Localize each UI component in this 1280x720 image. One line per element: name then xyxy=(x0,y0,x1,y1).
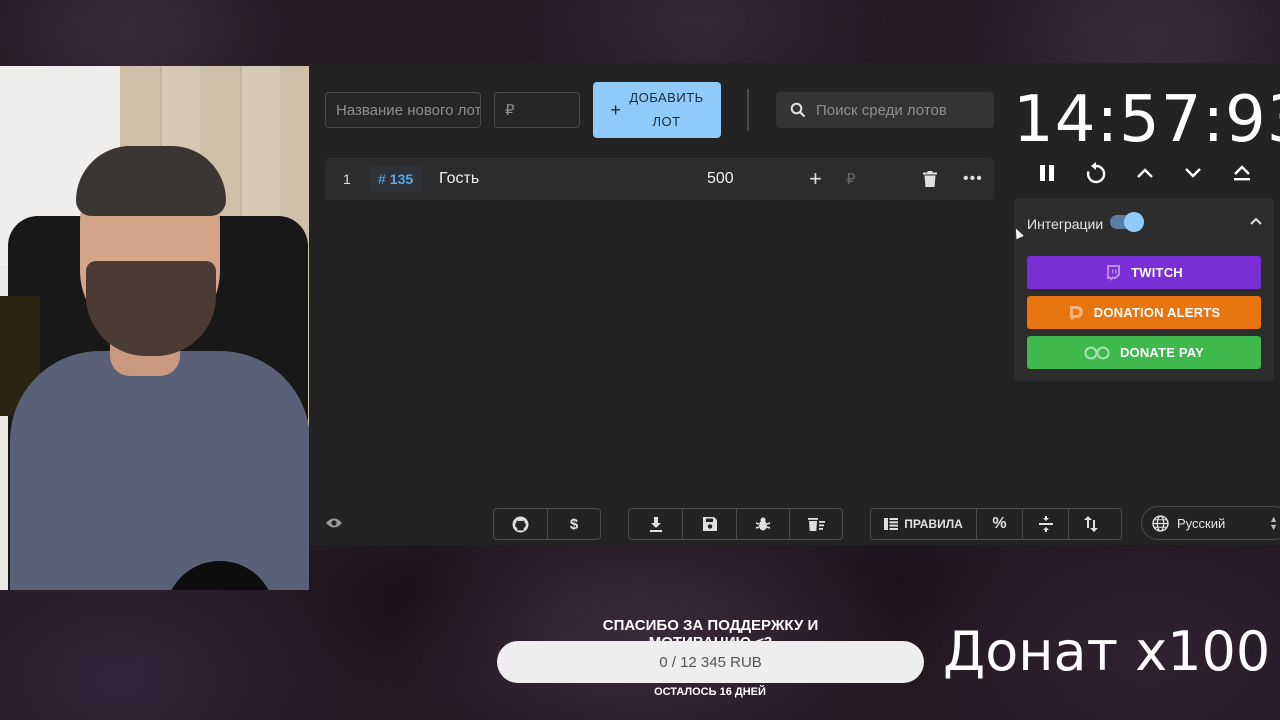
pause-button[interactable] xyxy=(1033,159,1061,187)
new-lot-amount-placeholder: ₽ xyxy=(505,102,515,119)
add-lot-label-line2: ЛОТ xyxy=(652,114,681,129)
webcam-person-shirt xyxy=(10,351,309,590)
new-lot-name-placeholder: Название нового лота xyxy=(336,101,481,119)
restart-icon xyxy=(1086,162,1106,184)
lot-extra-amount-input[interactable]: ₽ xyxy=(846,158,856,200)
vertical-align-center-icon xyxy=(1038,516,1053,532)
hash-icon: # xyxy=(378,171,386,187)
compress-button[interactable] xyxy=(1023,509,1069,539)
donate-pay-icon xyxy=(1084,346,1110,359)
lot-index: 1 xyxy=(343,171,351,187)
new-lot-name-input[interactable]: Название нового лота xyxy=(325,92,481,128)
download-icon xyxy=(649,516,662,532)
donation-goal-text: 0 / 12 345 RUB xyxy=(659,653,762,671)
lot-row[interactable]: 1 # 135 Гость 500 + ₽ ••• xyxy=(325,158,994,200)
delete-lot-button[interactable] xyxy=(923,158,937,200)
search-icon xyxy=(790,102,806,118)
integrations-panel: Интеграции TWITCH DONATION ALERTS DONATE… xyxy=(1014,198,1274,381)
more-options-icon[interactable]: ••• xyxy=(963,158,983,200)
globe-icon xyxy=(1152,514,1169,532)
lot-amount: 500 xyxy=(707,170,734,187)
donation-alerts-icon xyxy=(1069,305,1083,321)
select-arrows-icon: ▲ ▼ xyxy=(1269,514,1278,532)
webcam-person-hair xyxy=(76,146,226,216)
rules-button[interactable]: ПРАВИЛА xyxy=(871,509,977,539)
collapse-button[interactable] xyxy=(1250,212,1262,230)
days-left-text: ОСТАЛОСЬ 16 ДНЕЙ xyxy=(654,686,766,698)
save-icon xyxy=(702,517,717,531)
donation-goal-bar: 0 / 12 345 RUB xyxy=(497,641,924,683)
plus-icon: + xyxy=(610,100,622,120)
search-placeholder: Поиск среди лотов xyxy=(816,101,947,119)
twitch-icon xyxy=(1107,264,1121,281)
twitch-button[interactable]: TWITCH xyxy=(1027,256,1261,289)
twitch-label: TWITCH xyxy=(1131,265,1183,280)
donation-alerts-button[interactable]: DONATION ALERTS xyxy=(1027,296,1261,329)
eye-icon[interactable] xyxy=(325,516,343,534)
donate-multiplier-text: Донат x100 xyxy=(943,620,1271,683)
timer-controls xyxy=(1029,159,1259,187)
download-button[interactable] xyxy=(629,509,683,539)
timer-display: 14:57:93 xyxy=(1013,83,1280,157)
dollar-icon: $ xyxy=(569,515,579,533)
new-lot-amount-input[interactable]: ₽ xyxy=(494,92,580,128)
lot-search-input[interactable]: Поиск среди лотов xyxy=(776,92,994,128)
donate-pay-label: DONATE PAY xyxy=(1119,345,1205,360)
rules-list-icon xyxy=(884,518,899,530)
chevron-up-bar-icon xyxy=(1234,165,1250,181)
percent-button[interactable]: % xyxy=(977,509,1023,539)
file-button-group xyxy=(628,508,843,540)
github-icon xyxy=(512,516,529,532)
donation-alerts-label: DONATION ALERTS xyxy=(1093,305,1221,320)
add-lot-label-line1: ДОБАВИТЬ xyxy=(629,90,704,105)
github-button[interactable] xyxy=(494,509,548,539)
add-lot-button[interactable]: + ДОБАВИТЬ ЛОТ xyxy=(593,82,721,138)
reset-timer-button[interactable] xyxy=(1082,159,1110,187)
chevron-up-icon xyxy=(1137,168,1153,178)
chevron-down-icon xyxy=(1185,168,1201,178)
add-lot-label: ДОБАВИТЬ ЛОТ xyxy=(629,86,703,134)
links-button-group: $ xyxy=(493,508,601,540)
lot-id-badge[interactable]: # 135 xyxy=(369,166,423,192)
donate-pay-button[interactable]: DONATE PAY xyxy=(1027,336,1261,369)
swap-vertical-icon xyxy=(1084,516,1098,532)
toolbar-divider xyxy=(747,89,749,131)
donate-button[interactable]: $ xyxy=(548,509,600,539)
settings-button-group: ПРАВИЛА % xyxy=(870,508,1122,540)
clear-lots-button[interactable] xyxy=(790,509,842,539)
bug-icon xyxy=(755,517,771,531)
lot-name[interactable]: Гость xyxy=(439,158,479,200)
language-value: Русский xyxy=(1177,515,1226,531)
pause-icon xyxy=(1040,165,1054,181)
rules-label: ПРАВИЛА xyxy=(904,517,963,531)
delete-sweep-icon xyxy=(807,518,825,531)
timer-decrease-button[interactable] xyxy=(1179,159,1207,187)
sort-button[interactable] xyxy=(1069,509,1113,539)
auction-app: Название нового лота ₽ + ДОБАВИТЬ ЛОТ По… xyxy=(309,63,1280,545)
language-select[interactable]: Русский ▲ ▼ xyxy=(1141,506,1280,540)
webcam-feed xyxy=(0,66,309,590)
bug-report-button[interactable] xyxy=(737,509,790,539)
timer-max-button[interactable] xyxy=(1228,159,1256,187)
add-amount-button[interactable]: + xyxy=(809,158,822,200)
percent-icon: % xyxy=(992,515,1007,532)
trash-icon xyxy=(923,171,937,187)
integrations-label: Интеграции xyxy=(1027,216,1104,232)
timer-increase-button[interactable] xyxy=(1131,159,1159,187)
lot-id: 135 xyxy=(389,171,414,187)
integrations-toggle[interactable] xyxy=(1110,212,1144,232)
save-button[interactable] xyxy=(683,509,737,539)
chevron-up-icon xyxy=(1250,217,1262,225)
